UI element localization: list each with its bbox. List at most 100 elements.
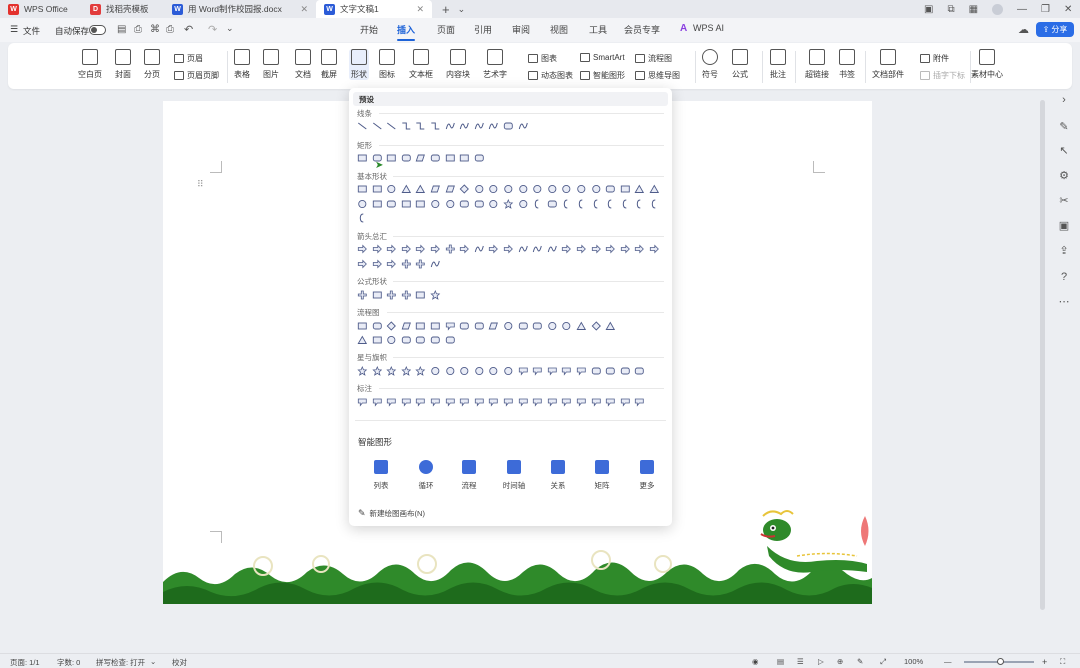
page-view-icon[interactable]: ▤ bbox=[777, 657, 784, 666]
shape-callout-icon[interactable] bbox=[547, 397, 558, 407]
proofread-button[interactable]: 校对 bbox=[172, 657, 187, 668]
shape-callout-icon[interactable] bbox=[459, 397, 470, 407]
smartart-button[interactable]: SmartArt bbox=[580, 53, 625, 62]
shape-bracket-icon[interactable] bbox=[561, 199, 572, 209]
blank-page-button[interactable]: 空白页 bbox=[78, 49, 102, 80]
shape-callout-icon[interactable] bbox=[357, 397, 368, 407]
shape-round-icon[interactable] bbox=[430, 153, 441, 163]
shape-bracket-icon[interactable] bbox=[357, 213, 368, 223]
picture-button[interactable]: 图片 bbox=[263, 49, 279, 80]
select-icon[interactable]: ↖ bbox=[1058, 145, 1070, 157]
shape-callout-icon[interactable] bbox=[532, 397, 543, 407]
shape-arrow-icon[interactable] bbox=[488, 244, 499, 254]
shape-star-icon[interactable] bbox=[503, 199, 514, 209]
shape-tri-icon[interactable] bbox=[649, 184, 660, 194]
new-canvas-button[interactable]: ✎ 新建绘图画布(N) bbox=[358, 508, 425, 519]
attachment-button[interactable]: 附件 bbox=[920, 53, 949, 64]
shape-cross-icon[interactable] bbox=[401, 290, 412, 300]
shape-circle-icon[interactable] bbox=[547, 321, 558, 331]
shape-arrow-icon[interactable] bbox=[357, 259, 368, 269]
shape-circle-icon[interactable] bbox=[386, 184, 397, 194]
smart-cycle-button[interactable]: 循环 bbox=[411, 460, 441, 491]
shape-arrow-icon[interactable] bbox=[386, 244, 397, 254]
menu-tab-references[interactable]: 引用 bbox=[474, 23, 492, 36]
print-icon[interactable]: ⎙ bbox=[166, 24, 174, 35]
shape-curve-icon[interactable] bbox=[532, 244, 543, 254]
shape-round-icon[interactable] bbox=[547, 199, 558, 209]
grid-icon[interactable]: ▦ bbox=[969, 4, 978, 15]
shape-star-icon[interactable] bbox=[386, 366, 397, 376]
shape-rect-icon[interactable] bbox=[459, 153, 470, 163]
shape-rect-icon[interactable] bbox=[372, 335, 383, 345]
menu-tab-page[interactable]: 页面 bbox=[437, 23, 455, 36]
chart-button[interactable]: 图表 bbox=[528, 53, 557, 64]
tab-wps-office[interactable]: W WPS Office bbox=[0, 0, 82, 18]
restore-icon[interactable]: ⧉ bbox=[947, 4, 954, 15]
shape-callout-icon[interactable] bbox=[401, 397, 412, 407]
shape-para-icon[interactable] bbox=[445, 184, 456, 194]
shape-arrow-icon[interactable] bbox=[620, 244, 631, 254]
shape-circle-icon[interactable] bbox=[474, 366, 485, 376]
shape-diamond-icon[interactable] bbox=[386, 321, 397, 331]
shapes-button[interactable]: 形状 bbox=[349, 49, 369, 80]
word-count[interactable]: 字数: 0 bbox=[57, 657, 80, 668]
shape-circle-icon[interactable] bbox=[386, 335, 397, 345]
shape-curve-icon[interactable] bbox=[445, 121, 456, 131]
play-icon[interactable]: ▷ bbox=[818, 657, 824, 666]
collapse-icon[interactable]: › bbox=[1058, 94, 1070, 106]
shape-rect-icon[interactable] bbox=[620, 184, 631, 194]
hyperlink-button[interactable]: 超链接 bbox=[805, 49, 829, 80]
shape-round-icon[interactable] bbox=[474, 153, 485, 163]
shape-arrow-icon[interactable] bbox=[357, 244, 368, 254]
shape-rect-icon[interactable] bbox=[415, 290, 426, 300]
shape-callout-icon[interactable] bbox=[620, 397, 631, 407]
menu-tab-view[interactable]: 视图 bbox=[550, 23, 568, 36]
share-button[interactable]: ⇪ 分享 bbox=[1036, 22, 1074, 37]
customize-icon[interactable]: ⌄ bbox=[226, 23, 234, 34]
tools-icon[interactable]: ✂ bbox=[1058, 195, 1070, 207]
edit-icon[interactable]: ✎ bbox=[1058, 121, 1070, 133]
shape-bracket-icon[interactable] bbox=[649, 199, 660, 209]
shape-callout-icon[interactable] bbox=[591, 397, 602, 407]
shape-bracket-icon[interactable] bbox=[576, 199, 587, 209]
symbol-button[interactable]: 符号 bbox=[702, 49, 718, 80]
smart-matrix-button[interactable]: 矩阵 bbox=[587, 460, 617, 491]
shape-circle-icon[interactable] bbox=[488, 184, 499, 194]
shape-bracket-icon[interactable] bbox=[620, 199, 631, 209]
shape-circle-icon[interactable] bbox=[591, 184, 602, 194]
add-subscript-button[interactable]: 插字下标 bbox=[920, 70, 965, 81]
shape-bracket-icon[interactable] bbox=[634, 199, 645, 209]
close-icon[interactable]: ✕ bbox=[300, 4, 308, 15]
header-footer-button[interactable]: 页眉页脚 bbox=[174, 70, 219, 81]
shape-round-icon[interactable] bbox=[401, 153, 412, 163]
shape-para-icon[interactable] bbox=[401, 321, 412, 331]
shape-rect-icon[interactable] bbox=[445, 153, 456, 163]
mindmap-button[interactable]: 思维导图 bbox=[635, 70, 680, 81]
shape-rect-icon[interactable] bbox=[430, 321, 441, 331]
file-menu[interactable]: 文件 bbox=[23, 25, 40, 37]
shape-star-icon[interactable] bbox=[415, 366, 426, 376]
shape-rect-icon[interactable] bbox=[357, 321, 368, 331]
shape-para-icon[interactable] bbox=[430, 184, 441, 194]
shape-round-icon[interactable] bbox=[386, 199, 397, 209]
redo-icon[interactable]: ↷ bbox=[208, 23, 217, 36]
tab-school-paper-doc[interactable]: W 用 Word制作校园报.docx ✕ bbox=[164, 0, 316, 18]
shape-circle-icon[interactable] bbox=[518, 184, 529, 194]
icons-button[interactable]: 图标 bbox=[379, 49, 395, 80]
shape-circle-icon[interactable] bbox=[488, 366, 499, 376]
spellcheck-status[interactable]: 拼写检查: 打开 bbox=[96, 657, 145, 668]
shape-arrow-icon[interactable] bbox=[401, 244, 412, 254]
shape-arrow-icon[interactable] bbox=[372, 244, 383, 254]
menu-tab-home[interactable]: 开始 bbox=[360, 23, 378, 36]
document-button[interactable]: 文档 bbox=[295, 49, 311, 80]
pdf-icon[interactable]: ⌘ bbox=[150, 24, 160, 35]
shape-round-icon[interactable] bbox=[634, 366, 645, 376]
shape-star-icon[interactable] bbox=[401, 366, 412, 376]
shape-round-icon[interactable] bbox=[518, 321, 529, 331]
shape-circle-icon[interactable] bbox=[503, 366, 514, 376]
shape-rect-icon[interactable] bbox=[415, 199, 426, 209]
wordart-button[interactable]: 艺术字 bbox=[483, 49, 507, 80]
shape-cross-icon[interactable] bbox=[445, 244, 456, 254]
shape-circle-icon[interactable] bbox=[503, 321, 514, 331]
shape-star-icon[interactable] bbox=[371, 366, 383, 376]
